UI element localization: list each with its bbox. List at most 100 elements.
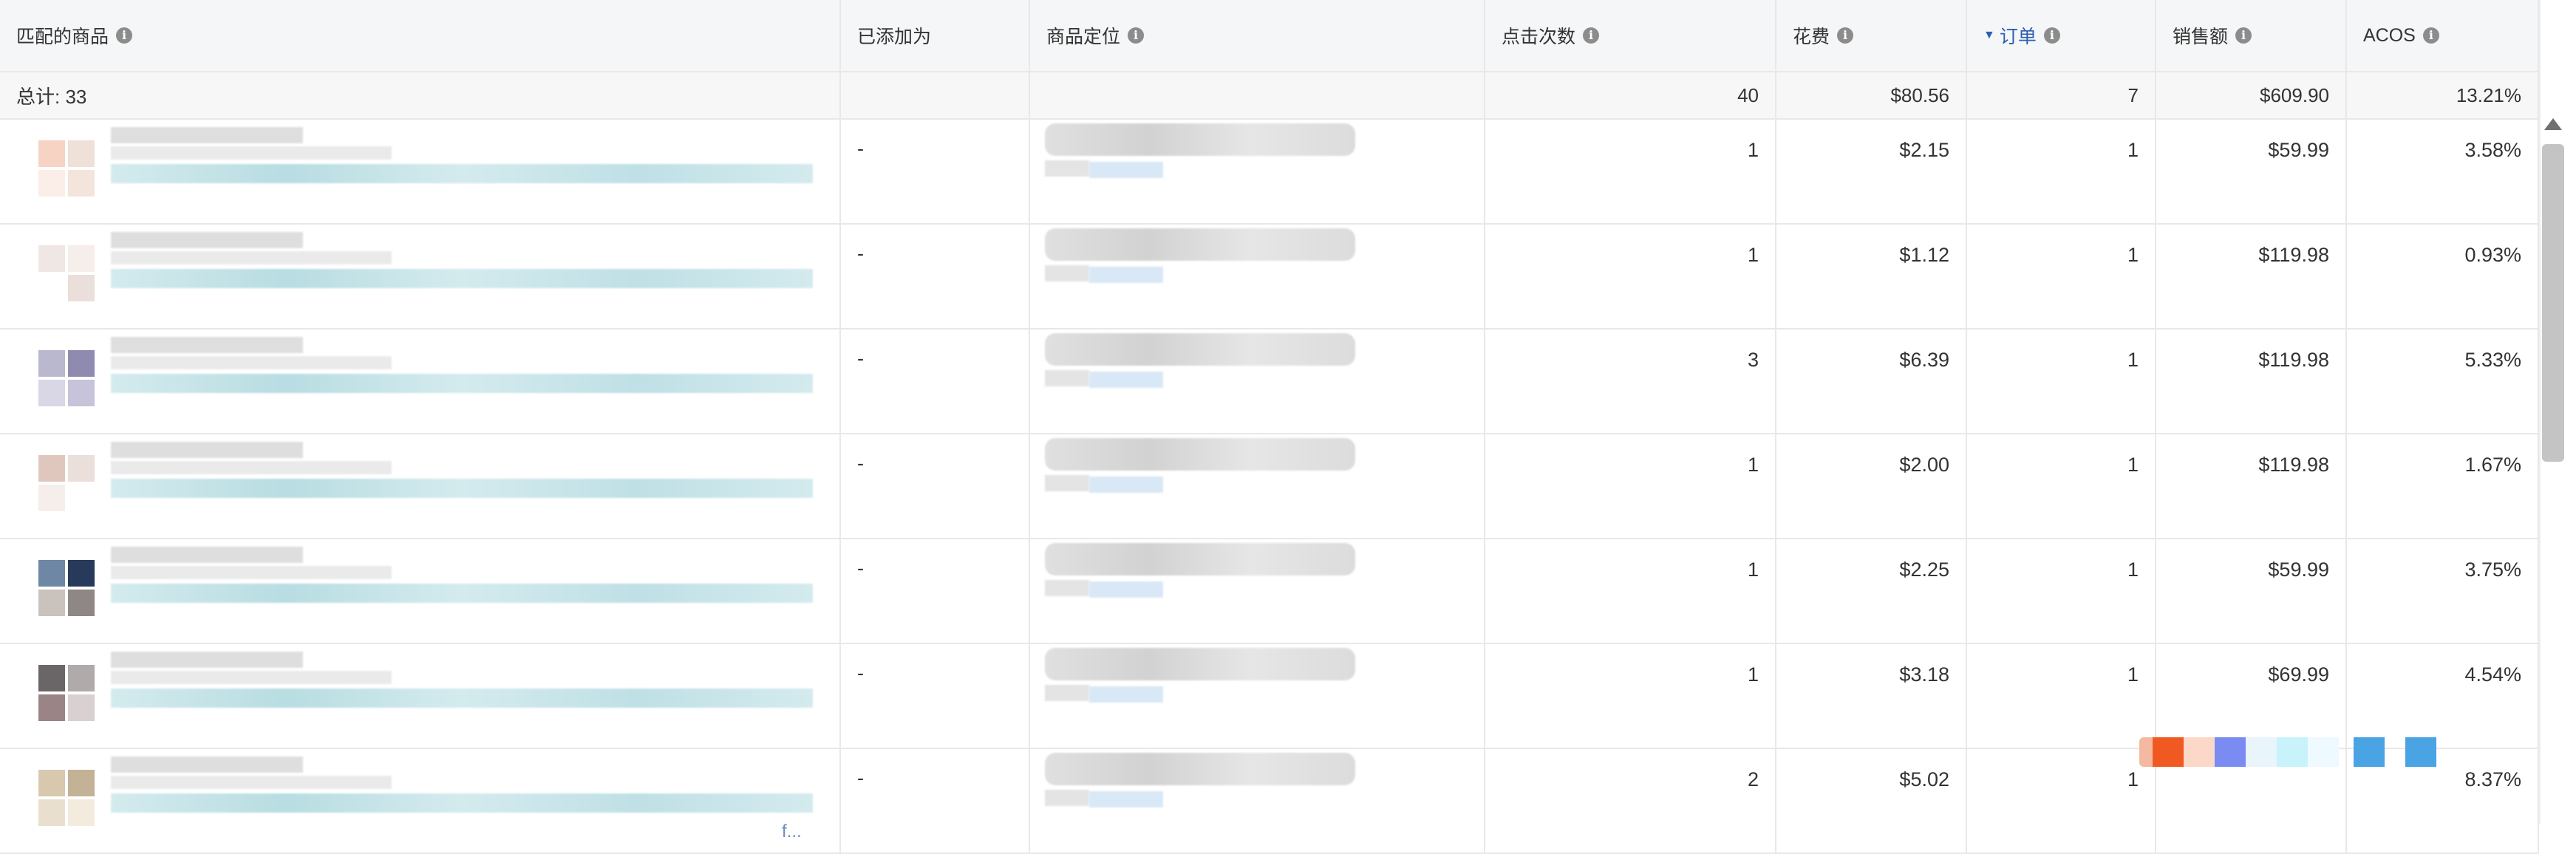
row-orders: 1 [1967,749,2156,853]
row-added-as: - [841,434,1030,538]
total-clicks: 40 [1485,72,1776,118]
row-orders: 1 [1967,539,2156,643]
row-clicks: 1 [1485,539,1776,643]
total-spend: $80.56 [1776,72,1967,118]
col-header-product-targeting[interactable]: 商品定位 i [1030,0,1485,71]
row-orders: 1 [1967,644,2156,748]
row-acos: 0.93% [2347,225,2539,328]
row-acos: 1.67% [2347,434,2539,538]
col-label: 商品定位 [1046,27,1121,47]
product-title-link[interactable] [111,652,820,733]
product-thumbnail[interactable] [16,553,98,621]
row-added-as: - [841,225,1030,328]
table-row: -1 $2.00 1 $119.98 1.67% [0,434,2539,539]
product-thumbnail[interactable] [16,448,98,516]
row-product-targeting [1030,225,1485,328]
row-clicks: 1 [1485,120,1776,223]
col-label: ACOS [2363,24,2416,46]
total-label: 总计: 33 [0,72,841,118]
col-label: 匹配的商品 [16,27,109,47]
row-spend: $1.12 [1776,225,1967,328]
col-header-orders[interactable]: ▼ 订单 i [1967,0,2156,71]
row-matched-product[interactable] [0,225,841,328]
row-spend: $6.39 [1776,329,1967,433]
scroll-up-arrow-icon[interactable] [2544,118,2562,130]
row-added-as: - [841,329,1030,433]
sort-descending-icon[interactable]: ▼ [1983,29,1995,42]
row-added-as: - [841,120,1030,223]
row-clicks: 3 [1485,329,1776,433]
row-acos: 3.58% [2347,120,2539,223]
row-orders: 1 [1967,434,2156,538]
row-orders: 1 [1967,120,2156,223]
product-thumbnail[interactable] [16,133,98,201]
total-row: 总计: 33 40 $80.56 7 $609.90 13.21% [0,72,2539,120]
col-header-added-as[interactable]: 已添加为 [841,0,1030,71]
total-sales: $609.90 [2156,72,2347,118]
title-truncation: f... [782,821,802,841]
row-orders: 1 [1967,225,2156,328]
row-clicks: 1 [1485,644,1776,748]
col-label: 花费 [1793,27,1830,47]
row-product-targeting [1030,644,1485,748]
search-term-table: 匹配的商品 i 已添加为 商品定位 i 点击次数 i 花费 i ▼ 订单 i 销… [0,0,2539,854]
row-matched-product[interactable] [0,120,841,223]
col-header-sales[interactable]: 销售额 i [2156,0,2347,71]
row-added-as: - [841,539,1030,643]
product-thumbnail[interactable] [16,657,98,725]
table-header: 匹配的商品 i 已添加为 商品定位 i 点击次数 i 花费 i ▼ 订单 i 销… [0,0,2539,72]
product-title-link[interactable] [111,232,820,313]
row-matched-product[interactable] [0,329,841,433]
product-thumbnail[interactable] [16,343,98,411]
product-title-link[interactable] [111,127,820,208]
col-header-matched-product[interactable]: 匹配的商品 i [0,0,841,71]
row-acos: 5.33% [2347,329,2539,433]
row-sales: $59.99 [2156,539,2347,643]
col-header-acos[interactable]: ACOS i [2347,0,2539,71]
col-label: 订单 [1999,27,2037,47]
product-title-link[interactable] [111,442,820,523]
row-sales: $119.98 [2156,225,2347,328]
row-sales: $119.98 [2156,434,2347,538]
table-row: -1 $2.25 1 $59.99 3.75% [0,539,2539,644]
product-thumbnail[interactable] [16,762,98,830]
row-product-targeting [1030,434,1485,538]
row-sales: $59.99 [2156,120,2347,223]
info-icon[interactable]: i [116,27,133,44]
row-spend: $2.15 [1776,120,1967,223]
info-icon[interactable]: i [1837,27,1854,44]
info-icon[interactable]: i [1128,27,1145,44]
row-product-targeting [1030,749,1485,853]
row-product-targeting [1030,539,1485,643]
row-added-as: - [841,644,1030,748]
row-sales: $119.98 [2156,329,2347,433]
info-icon[interactable]: i [2235,27,2252,44]
row-spend: $3.18 [1776,644,1967,748]
info-icon[interactable]: i [1583,27,1600,44]
row-added-as: - [841,749,1030,853]
row-spend: $2.00 [1776,434,1967,538]
product-title-link[interactable] [111,337,820,418]
product-title-link[interactable] [111,547,820,628]
row-product-targeting [1030,329,1485,433]
table-row: - 3 $6.39 1 $119.98 5.33% [0,329,2539,434]
table-row: -1 $2.15 1 $59.99 3.58% [0,120,2539,225]
row-product-targeting [1030,120,1485,223]
scrollbar-thumb[interactable] [2542,144,2564,462]
total-acos: 13.21% [2347,72,2539,118]
row-matched-product[interactable]: f... [0,749,841,853]
info-icon[interactable]: i [2043,27,2060,44]
row-spend: $5.02 [1776,749,1967,853]
row-matched-product[interactable] [0,539,841,643]
col-label: 已添加为 [857,27,932,47]
product-title-link[interactable] [111,756,820,838]
total-targeting [1030,72,1485,118]
col-header-clicks[interactable]: 点击次数 i [1485,0,1776,71]
total-orders: 7 [1967,72,2156,118]
row-matched-product[interactable] [0,644,841,748]
row-matched-product[interactable] [0,434,841,538]
row-orders: 1 [1967,329,2156,433]
col-header-spend[interactable]: 花费 i [1776,0,1967,71]
info-icon[interactable]: i [2422,27,2439,44]
product-thumbnail[interactable] [16,238,98,306]
